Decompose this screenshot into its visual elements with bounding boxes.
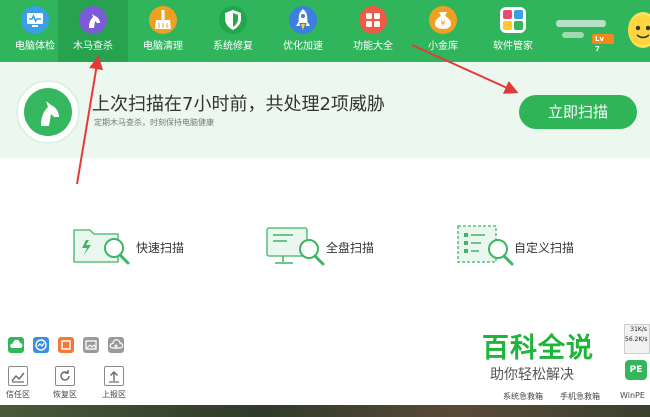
watermark-subtitle: 助你轻松解决 xyxy=(490,367,574,383)
level-badge: Lv 7 xyxy=(592,34,614,53)
nav-item-label: 功能大全 xyxy=(353,41,393,52)
report-zone-icon xyxy=(104,366,124,386)
avatar[interactable] xyxy=(628,12,650,48)
nav-item-label: 系统修复 xyxy=(213,41,253,52)
cloud-icon[interactable] xyxy=(8,337,24,353)
nav-item-label: 优化加速 xyxy=(283,41,323,52)
network-speed-widget: 31K/s 56.2K/s xyxy=(624,324,650,354)
restore-zone-button[interactable]: 恢复区 xyxy=(50,366,80,400)
user-info[interactable]: Lv 7 xyxy=(556,14,614,53)
system-rescue-link[interactable]: 系统急救箱 xyxy=(503,391,543,402)
image-icon[interactable] xyxy=(83,337,99,353)
upload-cloud-icon[interactable] xyxy=(108,337,124,353)
monitor-check-icon xyxy=(20,5,50,35)
nav-item-label: 小金库 xyxy=(428,41,458,52)
svg-text:¥: ¥ xyxy=(440,19,445,28)
winpe-icon[interactable]: PE xyxy=(625,360,647,380)
trust-zone-label: 信任区 xyxy=(6,390,30,399)
monitor-search-icon xyxy=(266,227,325,266)
report-zone-label: 上报区 xyxy=(102,390,126,399)
broom-icon xyxy=(148,5,178,35)
top-nav-bar: 电脑体检 木马查杀 电脑清理 系统修复 优化加速 功能大全 ¥ 小金库 软件管家… xyxy=(0,0,650,62)
grid-icon xyxy=(358,5,388,35)
chip-icon[interactable] xyxy=(58,337,74,353)
horse-icon xyxy=(41,101,59,126)
rocket-icon xyxy=(288,5,318,35)
quick-scan-label: 快速扫描 xyxy=(136,241,185,255)
network-icon[interactable] xyxy=(33,337,49,353)
full-scan-label: 全盘扫描 xyxy=(326,241,375,255)
last-scan-summary: 上次扫描在7小时前，共处理2项威胁 xyxy=(92,94,385,115)
money-bag-icon: ¥ xyxy=(428,5,458,35)
nav-item-software-manager[interactable]: 软件管家 xyxy=(478,0,548,62)
desktop-background-strip xyxy=(0,405,650,417)
nav-item-system-repair[interactable]: 系统修复 xyxy=(198,0,268,62)
full-scan-option[interactable]: 全盘扫描 xyxy=(265,222,395,270)
scan-tip: 定期木马查杀，时刻保持电脑健康 xyxy=(94,118,214,127)
nav-item-label: 软件管家 xyxy=(493,41,533,52)
report-zone-button[interactable]: 上报区 xyxy=(99,366,129,400)
apps-icon xyxy=(498,5,528,35)
trojan-horse-badge xyxy=(16,80,80,144)
nav-item-trojan-scan[interactable]: 木马查杀 xyxy=(58,0,128,62)
trust-zone-icon xyxy=(8,366,28,386)
nav-item-optimize[interactable]: 优化加速 xyxy=(268,0,338,62)
upload-speed: 31K/s xyxy=(630,326,647,333)
horse-icon xyxy=(78,5,108,35)
nav-item-all-features[interactable]: 功能大全 xyxy=(338,0,408,62)
phone-rescue-link[interactable]: 手机急救箱 xyxy=(560,391,600,402)
download-speed: 56.2K/s xyxy=(625,336,648,343)
restore-zone-label: 恢复区 xyxy=(53,390,77,399)
winpe-link[interactable]: WinPE xyxy=(620,391,645,400)
scan-now-button[interactable]: 立即扫描 xyxy=(519,95,637,129)
nav-item-label: 电脑清理 xyxy=(143,41,183,52)
shield-icon xyxy=(218,5,248,35)
custom-scan-option[interactable]: 自定义扫描 xyxy=(456,222,596,270)
nav-item-vault[interactable]: ¥ 小金库 xyxy=(408,0,478,62)
custom-scan-label: 自定义扫描 xyxy=(514,241,575,255)
watermark-title: 百科全说 xyxy=(482,333,594,364)
restore-zone-icon xyxy=(55,366,75,386)
nav-item-pc-cleanup[interactable]: 电脑清理 xyxy=(128,0,198,62)
nav-item-label: 木马查杀 xyxy=(73,41,113,52)
folder-search-icon xyxy=(73,229,130,265)
list-search-icon xyxy=(457,225,514,266)
trust-zone-button[interactable]: 信任区 xyxy=(3,366,33,400)
quick-scan-option[interactable]: 快速扫描 xyxy=(72,222,202,270)
user-name-blurred xyxy=(556,20,606,27)
user-id-blurred xyxy=(562,32,584,38)
